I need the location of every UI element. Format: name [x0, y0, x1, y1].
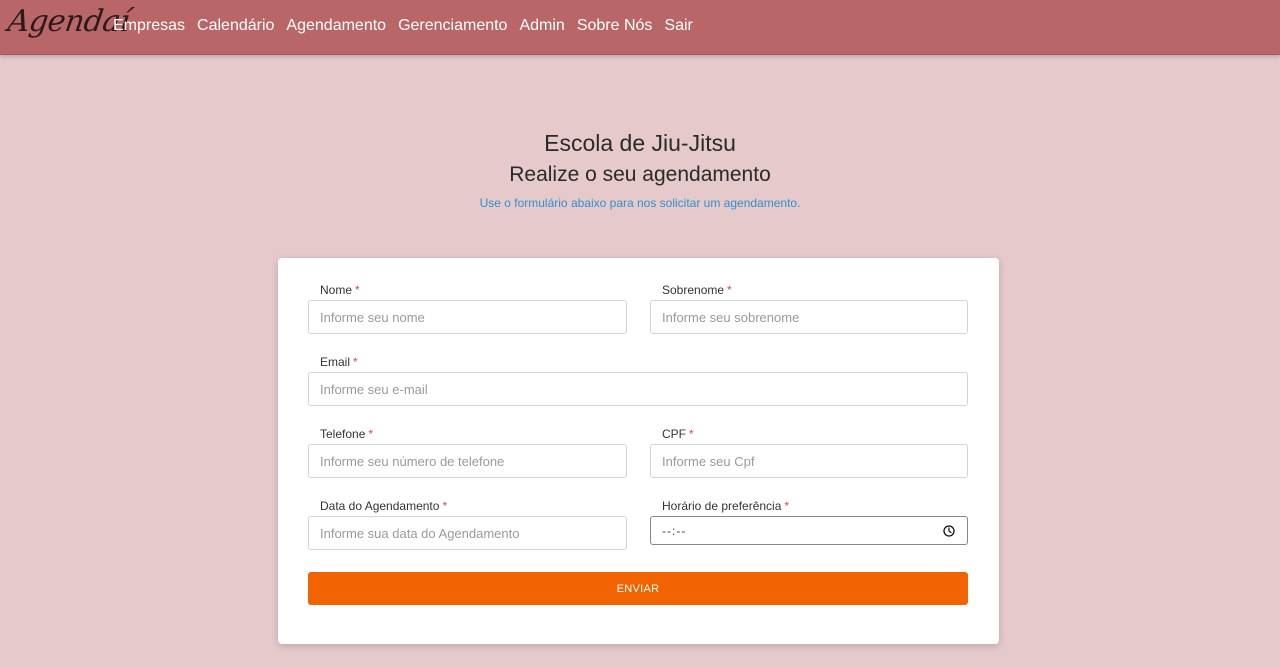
- enviar-button[interactable]: ENVIAR: [308, 572, 968, 605]
- required-mark: *: [727, 283, 732, 297]
- nav-link-agendamento[interactable]: Agendamento: [286, 17, 386, 35]
- nav-link-sair[interactable]: Sair: [664, 17, 692, 35]
- nome-label: Nome *: [320, 283, 360, 297]
- email-label: Email *: [320, 355, 358, 369]
- page-description: Use o formulário abaixo para nos solicit…: [479, 196, 801, 210]
- required-mark: *: [368, 427, 374, 441]
- nav-links: Empresas Calendário Agendamento Gerencia…: [113, 17, 693, 35]
- nav-link-calendario[interactable]: Calendário: [197, 17, 274, 35]
- horario-time-input[interactable]: --:--: [650, 516, 968, 545]
- required-mark: *: [353, 355, 358, 369]
- clock-icon[interactable]: [943, 525, 955, 537]
- data-agendamento-label: Data do Agendamento *: [320, 499, 448, 513]
- data-agendamento-input[interactable]: [308, 516, 627, 550]
- cpf-label: CPF *: [662, 427, 694, 441]
- sobrenome-input[interactable]: [650, 300, 968, 334]
- nav-link-admin[interactable]: Admin: [519, 17, 564, 35]
- horario-label: Horário de preferência *: [662, 499, 790, 513]
- appointment-form: Nome* Sobrenome* Email* Telefone* CPF* D…: [278, 258, 999, 644]
- horario-value: --:--: [662, 524, 687, 538]
- nav-link-gerenciamento[interactable]: Gerenciamento: [398, 17, 507, 35]
- telefone-input[interactable]: [308, 444, 627, 478]
- required-mark: *: [355, 283, 360, 297]
- required-mark: *: [689, 427, 694, 441]
- email-input[interactable]: [308, 372, 968, 406]
- nav-link-sobre-nos[interactable]: Sobre Nós: [577, 17, 653, 35]
- nome-input[interactable]: [308, 300, 627, 334]
- cpf-input[interactable]: [650, 444, 968, 478]
- nav-link-empresas[interactable]: Empresas: [113, 17, 185, 35]
- required-mark: *: [784, 499, 790, 513]
- telefone-label: Telefone *: [320, 427, 374, 441]
- required-mark: *: [442, 499, 448, 513]
- sobrenome-label: Sobrenome *: [662, 283, 732, 297]
- page-title: Escola de Jiu-Jitsu: [544, 130, 736, 156]
- navbar: Agendaí Empresas Calendário Agendamento …: [0, 0, 1280, 55]
- page-subtitle: Realize o seu agendamento: [509, 163, 771, 186]
